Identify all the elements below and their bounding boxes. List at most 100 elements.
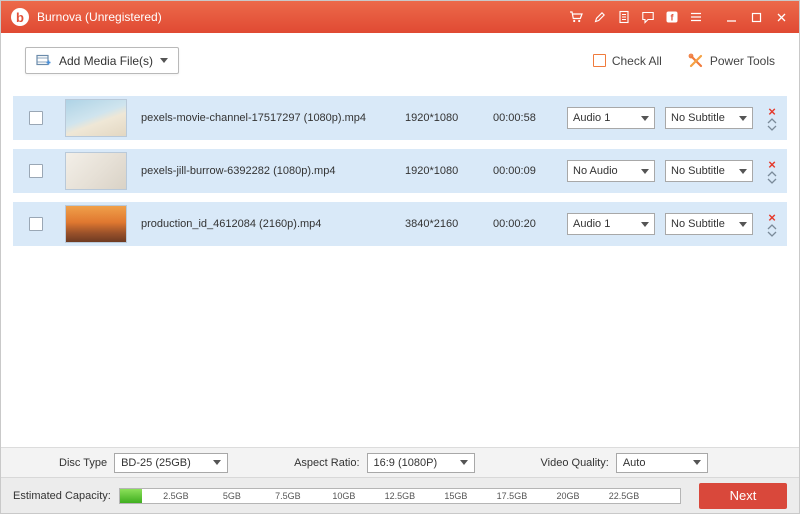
video-quality-label: Video Quality: xyxy=(541,457,609,469)
capacity-scale-label: 20GB xyxy=(556,489,579,503)
audio-track-dropdown[interactable]: No Audio xyxy=(567,160,655,182)
aspect-ratio-value: 16:9 (1080P) xyxy=(374,457,438,469)
capacity-scale-label: 12.5GB xyxy=(385,489,416,503)
chevron-down-icon xyxy=(739,222,747,227)
video-thumbnail xyxy=(65,99,127,137)
audio-track-dropdown[interactable]: Audio 1 xyxy=(567,213,655,235)
delete-row-button[interactable]: × xyxy=(768,212,776,223)
capacity-scale-label: 7.5GB xyxy=(275,489,301,503)
row-checkbox[interactable] xyxy=(29,164,43,178)
delete-row-button[interactable]: × xyxy=(768,106,776,117)
subtitle-value: No Subtitle xyxy=(671,165,725,177)
row-checkbox[interactable] xyxy=(29,217,43,231)
chevron-down-icon xyxy=(641,116,649,121)
feedback-icon[interactable] xyxy=(640,10,655,25)
video-filename: production_id_4612084 (2160p).mp4 xyxy=(141,218,405,230)
power-tools-icon xyxy=(688,53,704,69)
footer-bar: Estimated Capacity: 2.5GB 5GB 7.5GB 10GB… xyxy=(1,477,799,513)
window-title: Burnova (Unregistered) xyxy=(37,10,162,24)
chevron-down-icon xyxy=(641,222,649,227)
add-media-button[interactable]: Add Media File(s) xyxy=(25,47,179,74)
subtitle-dropdown[interactable]: No Subtitle xyxy=(665,160,753,182)
chevron-down-icon xyxy=(213,460,221,465)
audio-track-value: No Audio xyxy=(573,165,618,177)
capacity-scale-label: 5GB xyxy=(223,489,241,503)
audio-track-value: Audio 1 xyxy=(573,218,610,230)
add-media-label: Add Media File(s) xyxy=(59,54,153,68)
maximize-icon[interactable] xyxy=(749,10,764,25)
register-icon[interactable] xyxy=(592,10,607,25)
capacity-scale-label: 10GB xyxy=(332,489,355,503)
row-controls: × xyxy=(763,212,781,237)
estimated-capacity-label: Estimated Capacity: xyxy=(13,490,111,502)
move-up-button[interactable] xyxy=(767,224,777,230)
minimize-icon[interactable] xyxy=(724,10,739,25)
capacity-scale-label: 15GB xyxy=(444,489,467,503)
toolbar: Add Media File(s) Check All Power Tools xyxy=(1,33,799,88)
app-window: b Burnova (Unregistered) f xyxy=(0,0,800,514)
video-filename: pexels-jill-burrow-6392282 (1080p).mp4 xyxy=(141,165,405,177)
disc-type-group: Disc Type BD-25 (25GB) xyxy=(59,453,228,473)
video-filename: pexels-movie-channel-17517297 (1080p).mp… xyxy=(141,112,405,124)
video-resolution: 1920*1080 xyxy=(405,112,493,124)
chevron-down-icon xyxy=(693,460,701,465)
close-icon[interactable] xyxy=(774,10,789,25)
video-quality-value: Auto xyxy=(623,457,646,469)
video-quality-group: Video Quality: Auto xyxy=(541,453,708,473)
video-resolution: 1920*1080 xyxy=(405,165,493,177)
media-row-2[interactable]: pexels-jill-burrow-6392282 (1080p).mp4 1… xyxy=(13,149,787,193)
capacity-fill xyxy=(120,489,142,503)
move-up-button[interactable] xyxy=(767,171,777,177)
add-media-icon xyxy=(36,53,52,68)
subtitle-value: No Subtitle xyxy=(671,218,725,230)
document-icon[interactable] xyxy=(616,10,631,25)
video-thumbnail xyxy=(65,205,127,243)
subtitle-value: No Subtitle xyxy=(671,112,725,124)
menu-icon[interactable] xyxy=(688,10,703,25)
titlebar-icons: f xyxy=(568,10,789,25)
row-controls: × xyxy=(763,106,781,131)
move-down-button[interactable] xyxy=(767,178,777,184)
chevron-down-icon xyxy=(739,169,747,174)
video-quality-dropdown[interactable]: Auto xyxy=(616,453,708,473)
disc-type-label: Disc Type xyxy=(59,457,107,469)
row-controls: × xyxy=(763,159,781,184)
power-tools-label: Power Tools xyxy=(710,54,775,68)
capacity-scale-label: 22.5GB xyxy=(609,489,640,503)
video-duration: 00:00:20 xyxy=(493,218,567,230)
cart-icon[interactable] xyxy=(568,10,583,25)
window-controls xyxy=(724,10,789,25)
audio-track-value: Audio 1 xyxy=(573,112,610,124)
facebook-icon[interactable]: f xyxy=(664,10,679,25)
next-button[interactable]: Next xyxy=(699,483,787,509)
toolbar-right: Check All Power Tools xyxy=(593,53,775,69)
check-all-checkbox[interactable] xyxy=(593,54,606,67)
video-resolution: 3840*2160 xyxy=(405,218,493,230)
app-logo-icon: b xyxy=(11,8,29,26)
move-down-button[interactable] xyxy=(767,125,777,131)
delete-row-button[interactable]: × xyxy=(768,159,776,170)
media-list: pexels-movie-channel-17517297 (1080p).mp… xyxy=(1,88,799,447)
video-duration: 00:00:09 xyxy=(493,165,567,177)
chevron-down-icon xyxy=(460,460,468,465)
power-tools-button[interactable]: Power Tools xyxy=(688,53,775,69)
check-all-label: Check All xyxy=(612,54,662,68)
media-row-3[interactable]: production_id_4612084 (2160p).mp4 3840*2… xyxy=(13,202,787,246)
row-checkbox[interactable] xyxy=(29,111,43,125)
capacity-scale-label: 17.5GB xyxy=(497,489,528,503)
media-row-1[interactable]: pexels-movie-channel-17517297 (1080p).mp… xyxy=(13,96,787,140)
video-thumbnail xyxy=(65,152,127,190)
aspect-ratio-dropdown[interactable]: 16:9 (1080P) xyxy=(367,453,475,473)
aspect-ratio-group: Aspect Ratio: 16:9 (1080P) xyxy=(294,453,474,473)
audio-track-dropdown[interactable]: Audio 1 xyxy=(567,107,655,129)
capacity-scale-label: 2.5GB xyxy=(163,489,189,503)
titlebar: b Burnova (Unregistered) f xyxy=(1,1,799,33)
aspect-ratio-label: Aspect Ratio: xyxy=(294,457,359,469)
move-up-button[interactable] xyxy=(767,118,777,124)
add-media-caret-icon xyxy=(160,58,168,63)
subtitle-dropdown[interactable]: No Subtitle xyxy=(665,107,753,129)
check-all-control[interactable]: Check All xyxy=(593,54,662,68)
subtitle-dropdown[interactable]: No Subtitle xyxy=(665,213,753,235)
disc-type-dropdown[interactable]: BD-25 (25GB) xyxy=(114,453,228,473)
move-down-button[interactable] xyxy=(767,231,777,237)
